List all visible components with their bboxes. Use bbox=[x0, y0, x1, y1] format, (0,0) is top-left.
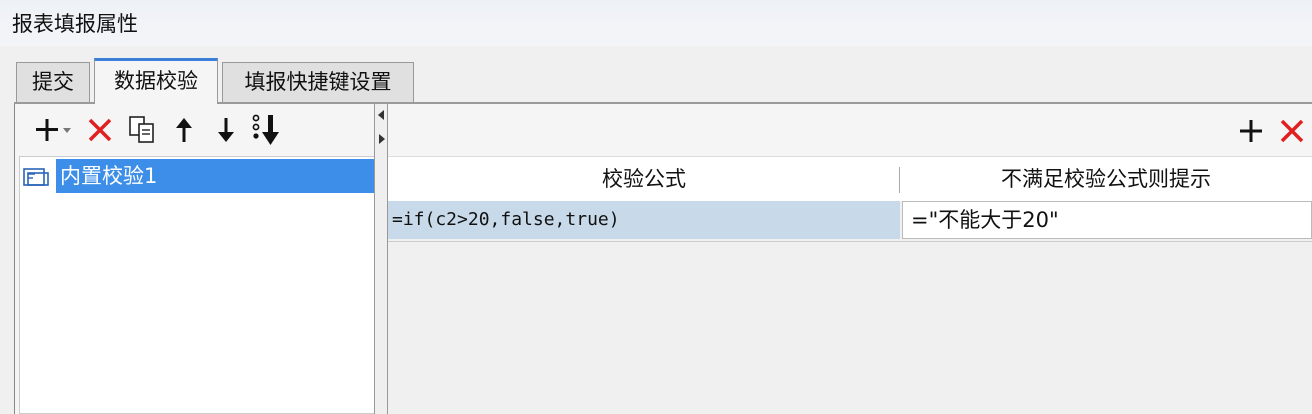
move-up-icon bbox=[176, 118, 192, 142]
delete-button[interactable] bbox=[79, 110, 121, 150]
add-icon bbox=[36, 119, 71, 141]
left-toolbar bbox=[29, 104, 289, 156]
tree-item-label: 内置校验1 bbox=[56, 159, 376, 193]
formula-cell[interactable]: =if(c2>20,false,true) bbox=[388, 201, 900, 239]
table-row[interactable]: =if(c2>20,false,true) ="不能大于20" bbox=[388, 201, 1312, 239]
validation-list-panel: 内置校验1 bbox=[14, 104, 376, 414]
column-header-formula[interactable]: 校验公式 bbox=[388, 157, 900, 201]
tab-label: 填报快捷键设置 bbox=[244, 70, 392, 94]
window-title: 报表填报属性 bbox=[12, 12, 138, 36]
validation-node-icon bbox=[23, 168, 49, 186]
delete-icon bbox=[88, 118, 112, 142]
move-down-icon bbox=[218, 118, 234, 142]
tab-label: 数据校验 bbox=[114, 69, 198, 93]
grid-header: 校验公式 不满足校验公式则提示 bbox=[388, 157, 1312, 201]
tab-submit[interactable]: 提交 bbox=[16, 62, 90, 102]
right-toolbar bbox=[1230, 108, 1312, 154]
validation-rules-panel: 校验公式 不满足校验公式则提示 =if(c2>20,false,true) ="… bbox=[388, 104, 1312, 414]
message-cell[interactable]: ="不能大于20" bbox=[902, 201, 1312, 239]
add-icon bbox=[1240, 120, 1262, 142]
tab-data-validation[interactable]: 数据校验 bbox=[94, 58, 218, 104]
move-to-bottom-button[interactable] bbox=[247, 110, 289, 150]
row-divider bbox=[388, 241, 1312, 242]
move-to-bottom-icon bbox=[252, 114, 279, 145]
tab-label: 提交 bbox=[32, 70, 74, 94]
move-up-button[interactable] bbox=[163, 110, 205, 150]
panel-splitter[interactable] bbox=[374, 104, 388, 414]
column-header-message[interactable]: 不满足校验公式则提示 bbox=[900, 157, 1312, 201]
add-rule-button[interactable] bbox=[1230, 111, 1272, 151]
collapse-left-icon[interactable] bbox=[378, 110, 384, 120]
tab-shortcut-settings[interactable]: 填报快捷键设置 bbox=[222, 62, 414, 102]
validation-grid: 校验公式 不满足校验公式则提示 =if(c2>20,false,true) ="… bbox=[388, 156, 1312, 414]
delete-icon bbox=[1280, 119, 1304, 143]
move-down-button[interactable] bbox=[205, 110, 247, 150]
validation-tree: 内置校验1 bbox=[19, 156, 376, 414]
copy-button[interactable] bbox=[121, 110, 163, 150]
delete-rule-button[interactable] bbox=[1272, 111, 1312, 151]
expand-right-icon[interactable] bbox=[379, 134, 385, 144]
copy-icon bbox=[129, 116, 154, 143]
add-button[interactable] bbox=[29, 110, 79, 150]
tree-item-builtin-validation[interactable]: 内置校验1 bbox=[22, 159, 376, 193]
title-bar: 报表填报属性 bbox=[0, 0, 1312, 46]
